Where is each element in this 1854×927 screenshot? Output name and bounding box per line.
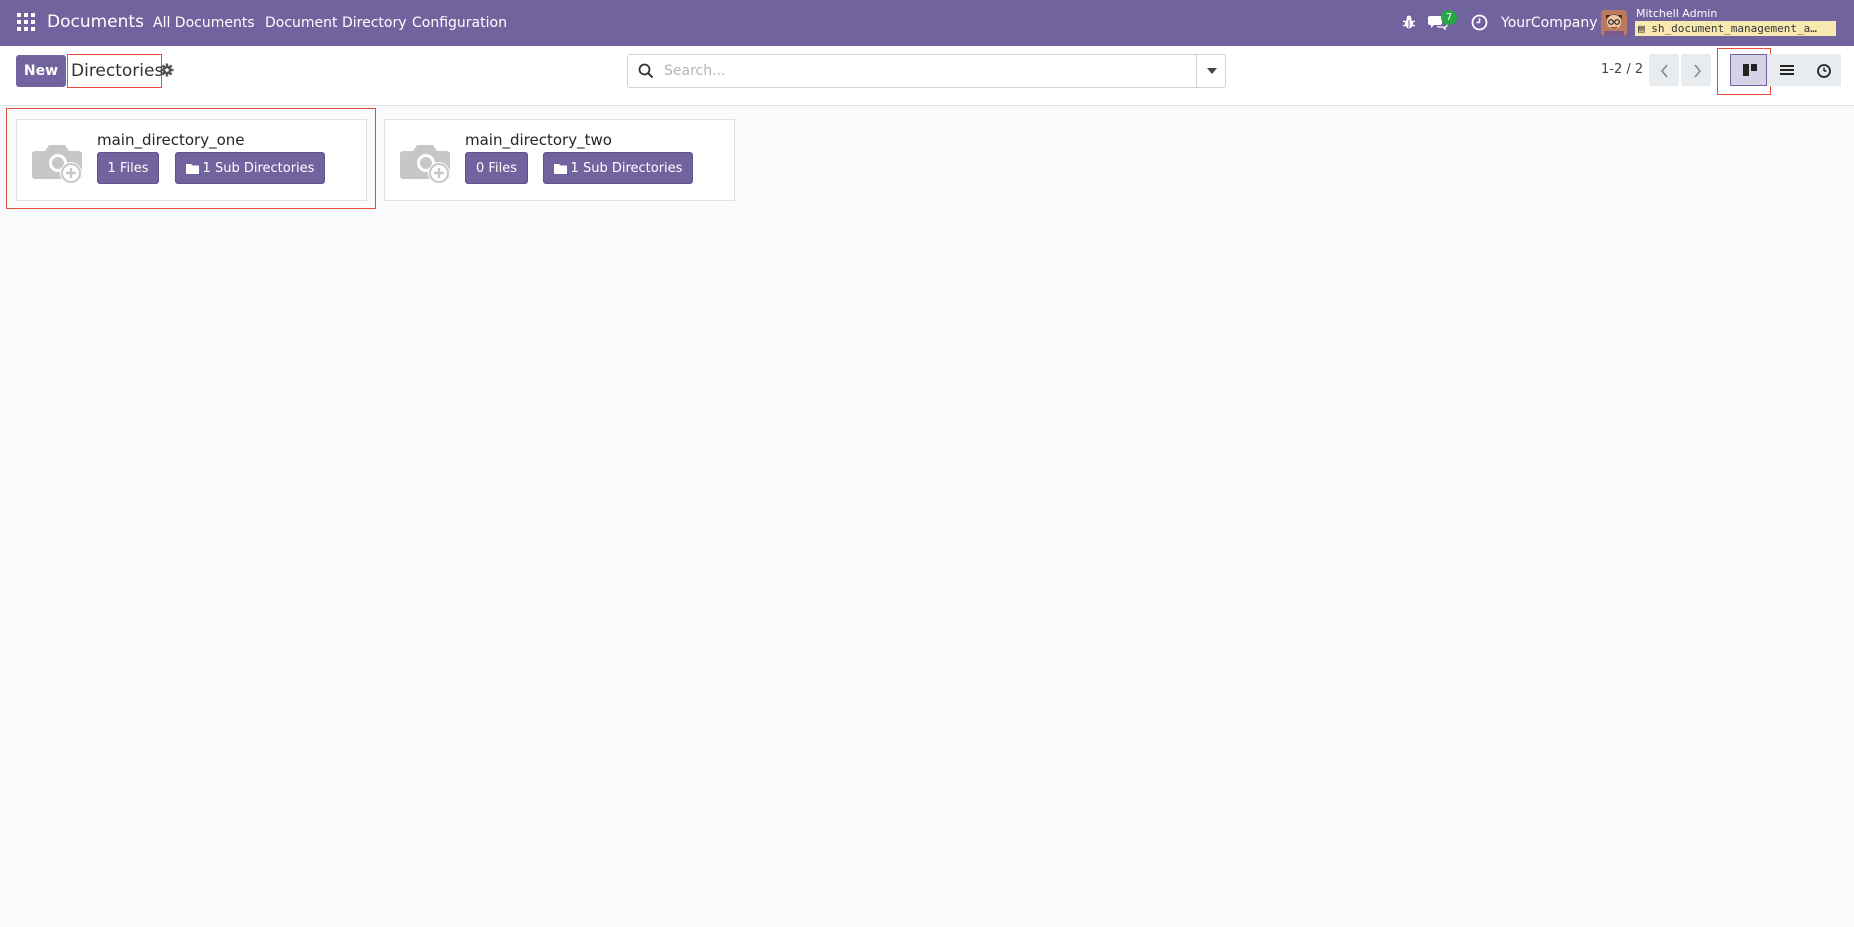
apps-menu-icon[interactable] — [17, 13, 35, 31]
user-avatar[interactable] — [1601, 10, 1627, 36]
directory-name: main_directory_one — [97, 131, 245, 149]
directory-card[interactable]: main_directory_one 1 Files 1 Sub Directo… — [16, 119, 367, 201]
pager-next-button[interactable] — [1681, 54, 1711, 86]
search-options-toggle[interactable] — [1196, 55, 1225, 87]
database-icon: ▤ — [1638, 22, 1645, 35]
clock-icon[interactable] — [1471, 14, 1488, 31]
files-count-button[interactable]: 1 Files — [97, 152, 159, 184]
sub-directories-label: 1 Sub Directories — [570, 160, 683, 176]
menu-configuration[interactable]: Configuration — [412, 15, 507, 31]
camera-add-icon — [400, 145, 450, 184]
list-view-button[interactable] — [1767, 54, 1804, 86]
list-icon — [1780, 65, 1794, 75]
app-brand[interactable]: Documents — [47, 12, 144, 32]
kanban-icon — [1743, 64, 1757, 76]
database-tag: ▤ sh_document_management_a… — [1635, 21, 1836, 36]
sub-directories-button[interactable]: 1 Sub Directories — [543, 152, 693, 184]
menu-document-directory[interactable]: Document Directory — [265, 15, 407, 31]
folder-icon — [553, 163, 567, 174]
menu-all-documents[interactable]: All Documents — [153, 15, 255, 31]
control-panel: New Directories 1-2 / 2 — [0, 46, 1854, 106]
files-count-button[interactable]: 0 Files — [465, 152, 528, 184]
activity-view-button[interactable] — [1804, 54, 1841, 86]
camera-add-icon — [32, 145, 82, 184]
chevron-right-icon — [1694, 64, 1702, 78]
bug-icon[interactable] — [1401, 14, 1417, 30]
gear-icon[interactable] — [160, 63, 174, 77]
search-icon — [638, 63, 654, 79]
page-title: Directories — [67, 54, 163, 88]
message-count-badge: 7 — [1441, 10, 1457, 25]
directory-card[interactable]: main_directory_two 0 Files 1 Sub Directo… — [384, 119, 735, 201]
files-count-label: 1 Files — [107, 160, 149, 176]
pager-previous-button[interactable] — [1649, 54, 1679, 86]
company-switcher[interactable]: YourCompany — [1501, 15, 1598, 31]
files-count-label: 0 Files — [476, 160, 517, 176]
directory-name: main_directory_two — [465, 131, 612, 149]
new-button[interactable]: New — [16, 55, 66, 87]
database-name: sh_document_management_a… — [1651, 22, 1817, 35]
activity-icon — [1817, 64, 1831, 78]
top-navbar: Documents All Documents Document Directo… — [0, 0, 1854, 46]
pager-value[interactable]: 1-2 / 2 — [1601, 62, 1643, 77]
search-bar — [627, 54, 1226, 88]
folder-icon — [185, 163, 199, 174]
kanban-view-button[interactable] — [1730, 54, 1767, 86]
sub-directories-button[interactable]: 1 Sub Directories — [175, 152, 325, 184]
user-name[interactable]: Mitchell Admin — [1636, 7, 1717, 20]
search-input[interactable] — [664, 56, 1182, 86]
sub-directories-label: 1 Sub Directories — [202, 160, 315, 176]
chevron-left-icon — [1660, 64, 1668, 78]
